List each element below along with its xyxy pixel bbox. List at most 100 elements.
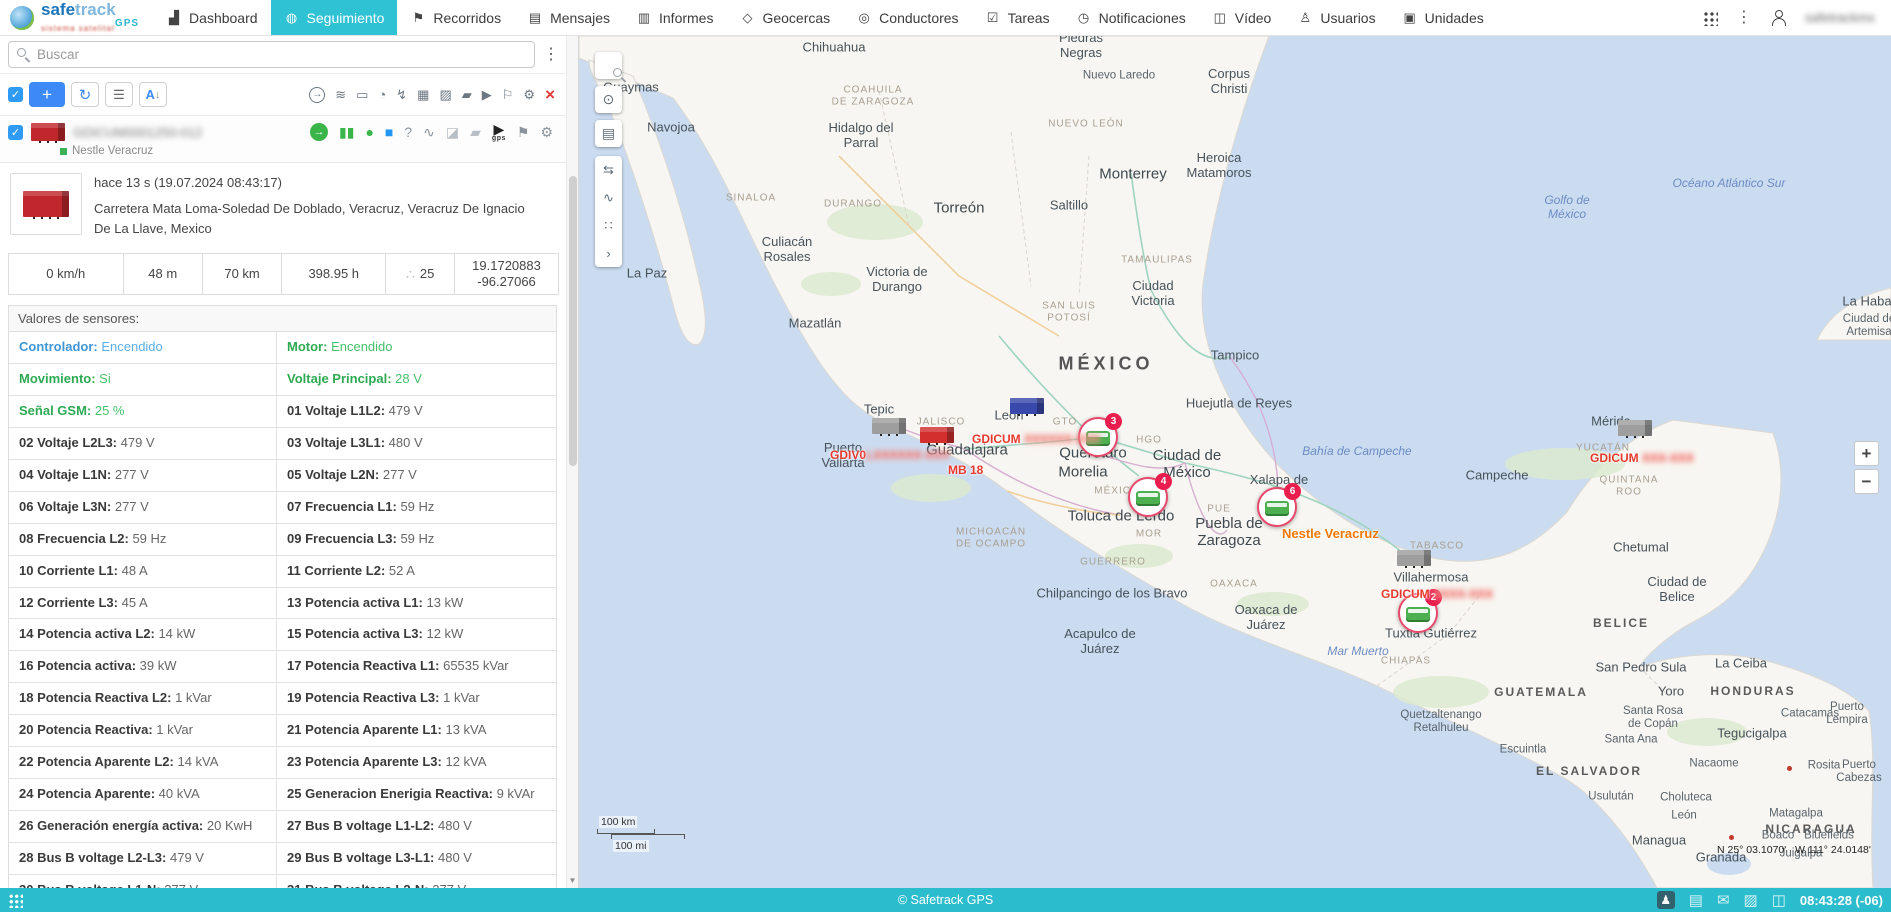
unit-wrench-icon[interactable]: ⚙	[540, 125, 553, 139]
photo-icon[interactable]: ◪	[446, 125, 459, 139]
flag-icon[interactable]: ⚐	[502, 88, 514, 101]
nav-tab-informes[interactable]: ▥Informes	[623, 0, 726, 35]
select-all-checkbox[interactable]: ✓	[8, 87, 23, 102]
nav-tab-geocercas[interactable]: ◇Geocercas	[726, 0, 843, 35]
last-message-time: hace 13 s (19.07.2024 08:43:17)	[94, 173, 544, 193]
zoom-in-button[interactable]: +	[1854, 441, 1879, 466]
nav-tab-seguimiento[interactable]: ◍Seguimiento	[271, 0, 398, 35]
map-unit-label[interactable]: Nestle Veracruz	[1282, 526, 1379, 541]
truck-marker-red-guadalajara[interactable]	[920, 427, 954, 443]
unit-flag-icon[interactable]: ⚑	[517, 125, 530, 139]
moving-status-icon[interactable]: →	[310, 123, 328, 141]
cursor-coordinates: N 25° 03.1070' W 111° 24.0148'	[1717, 844, 1871, 856]
sort-button[interactable]: A↓	[139, 82, 167, 107]
sidebar-scrollbar[interactable]: ▼	[566, 36, 578, 888]
logo-gps-text: GPS	[115, 19, 139, 29]
search-options-icon[interactable]: ⋮	[543, 47, 559, 63]
map-canvas[interactable]	[579, 36, 1891, 888]
visibility-eye-icon[interactable]: ⊙	[595, 86, 622, 113]
add-unit-button[interactable]: +	[29, 82, 65, 107]
map-unit-label[interactable]: GDIV0LXXXXXX-XXX	[830, 448, 949, 462]
gauge-icon[interactable]: ◔	[378, 88, 386, 101]
map-unit-label[interactable]: GDICUM XXX-XXX	[1590, 451, 1694, 465]
refresh-button[interactable]: ↻	[71, 82, 99, 107]
sensor-cell: 22 Potencia Aparente L2: 14 kVA	[9, 747, 277, 778]
truck-marker-grey-puerto-vallarta[interactable]	[872, 418, 906, 434]
battery-charge-icon[interactable]: ↯	[396, 88, 407, 101]
brand-logo[interactable]: safetrack sistema satelitalGPS	[0, 0, 153, 35]
truck-marker-blue-leon[interactable]	[1010, 398, 1044, 414]
map-unit-label[interactable]: GDICUM XXXXXX-XXX	[972, 432, 1100, 446]
zoom-out-button[interactable]: −	[1854, 469, 1879, 494]
nav-tab-vídeo[interactable]: ◫Vídeo	[1199, 0, 1285, 35]
notes-icon[interactable]: ▤	[1689, 893, 1703, 908]
scroll-down-icon[interactable]: ▼	[567, 876, 578, 885]
mail-icon[interactable]: ✉	[1717, 893, 1730, 908]
list-menu-button[interactable]: ☰	[105, 82, 133, 107]
nav-tab-label: Conductores	[879, 10, 958, 26]
truck-marker-grey-merida[interactable]	[1618, 420, 1652, 436]
close-icon[interactable]: ×	[545, 86, 555, 103]
panel-icon[interactable]: ◫	[1772, 893, 1786, 908]
question-icon[interactable]: ?	[404, 125, 412, 139]
map-area[interactable]: ChihuahuaPiedras NegrasGuaymasNuevo Lare…	[579, 36, 1891, 888]
cluster-marker-toluca[interactable]: 4	[1128, 477, 1168, 517]
sensor-row: 12 Corriente L3: 45 A13 Potencia activa …	[9, 588, 556, 620]
bar-chart-icon: ▟	[166, 10, 182, 26]
map-unit-label[interactable]: GDICUM XXXX-XXX	[1381, 587, 1493, 601]
truck-marker-grey-villahermosa[interactable]	[1397, 550, 1431, 566]
wrench-icon[interactable]: ⚙	[523, 88, 535, 101]
bus-icon	[1406, 607, 1430, 620]
scrollbar-thumb[interactable]	[569, 176, 577, 466]
media-icon[interactable]: ▨	[1744, 893, 1758, 908]
cluster-marker-xalapa[interactable]: 6	[1257, 487, 1297, 527]
nav-tab-conductores[interactable]: ◎Conductores	[843, 0, 971, 35]
apps-grid-icon[interactable]	[1702, 10, 1718, 26]
map-search-icon[interactable]	[595, 52, 622, 79]
nav-tab-notificaciones[interactable]: ◷Notificaciones	[1063, 0, 1199, 35]
photos-icon[interactable]: ▨	[439, 88, 451, 101]
route-tool-icon[interactable]: ∿	[603, 190, 614, 206]
status-apps-grid-icon[interactable]	[8, 893, 23, 908]
unit-photo-truck-icon	[23, 191, 69, 217]
measure-distance-icon[interactable]: ⇆	[603, 162, 614, 178]
nav-tab-usuarios[interactable]: ♙Usuarios	[1284, 0, 1388, 35]
nav-tab-unidades[interactable]: ▣Unidades	[1389, 0, 1497, 35]
nav-tab-recorridos[interactable]: ⚑Recorridos	[397, 0, 514, 35]
account-icon[interactable]	[1770, 10, 1787, 26]
gps-playback-icon[interactable]: ▶gps	[492, 122, 506, 142]
track-curve-icon[interactable]: ∿	[423, 125, 435, 139]
driver-badge-icon[interactable]: ♟	[1657, 891, 1675, 909]
connection-dot-icon[interactable]: ●	[365, 125, 373, 139]
overflow-menu-icon[interactable]: ⋮	[1736, 10, 1752, 26]
sensor-cell: 08 Frecuencia L2: 59 Hz	[9, 524, 277, 555]
nav-tab-mensajes[interactable]: ▤Mensajes	[514, 0, 623, 35]
sensor-cell: Voltaje Principal: 28 V	[277, 364, 556, 395]
playback-icon[interactable]: ▶	[482, 88, 492, 101]
nav-tab-dashboard[interactable]: ▟Dashboard	[153, 0, 271, 35]
unit-photo[interactable]	[10, 173, 82, 235]
nav-tab-label: Usuarios	[1320, 10, 1375, 26]
unit-checkbox[interactable]: ✓	[8, 125, 23, 140]
nav-tab-tareas[interactable]: ☑Tareas	[972, 0, 1063, 35]
monitor-icon[interactable]: ▭	[356, 88, 368, 101]
cluster-tool-icon[interactable]: ∷	[604, 218, 612, 234]
pause-status-icon[interactable]: ▮▮	[339, 125, 354, 139]
username-redacted[interactable]: safetrackmx	[1805, 10, 1875, 25]
expand-chevron-icon[interactable]: ›	[606, 246, 610, 261]
search-input[interactable]	[8, 41, 535, 68]
unit-list-item[interactable]: ✓ GDICUM0001250-012 →▮▮●■?∿◪▰▶gps⚑⚙ Nest…	[0, 116, 567, 163]
map-unit-label[interactable]: MB 18	[948, 463, 983, 477]
logo-globe-icon	[10, 6, 34, 30]
unit-name-redacted[interactable]: GDICUM0001250-012	[73, 125, 223, 140]
map-layers-icon[interactable]: ▤	[595, 120, 622, 147]
quick-track-icon[interactable]: →	[309, 87, 325, 103]
camera-icon[interactable]: ▰	[462, 88, 472, 101]
video-camera-icon[interactable]: ▰	[470, 125, 481, 139]
logo-text: safe	[41, 0, 75, 19]
sensor-cell: 20 Potencia Reactiva: 1 kVar	[9, 715, 277, 746]
selected-square-icon[interactable]: ■	[385, 125, 393, 139]
sensor-cell: 04 Voltaje L1N: 277 V	[9, 460, 277, 491]
events-signal-icon[interactable]: ≋	[335, 88, 346, 101]
film-events-icon[interactable]: ▦	[417, 88, 429, 101]
